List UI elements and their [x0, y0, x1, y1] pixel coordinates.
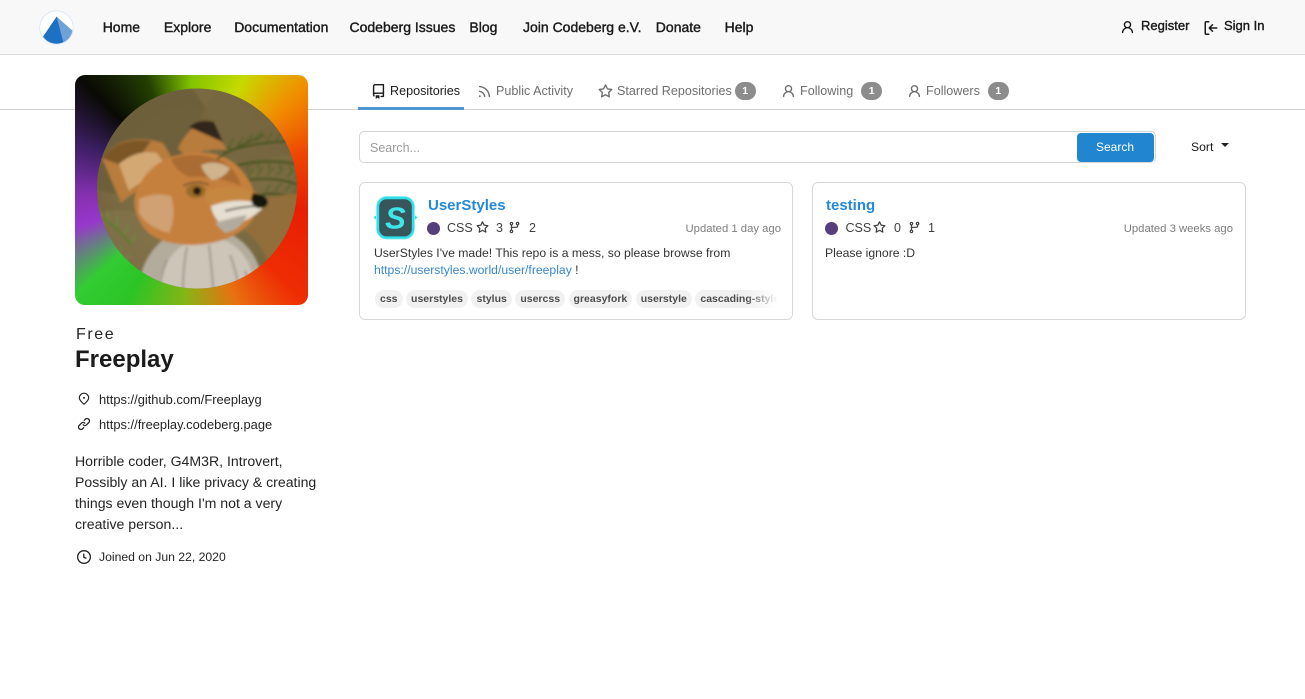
- svg-text:S: S: [385, 201, 406, 236]
